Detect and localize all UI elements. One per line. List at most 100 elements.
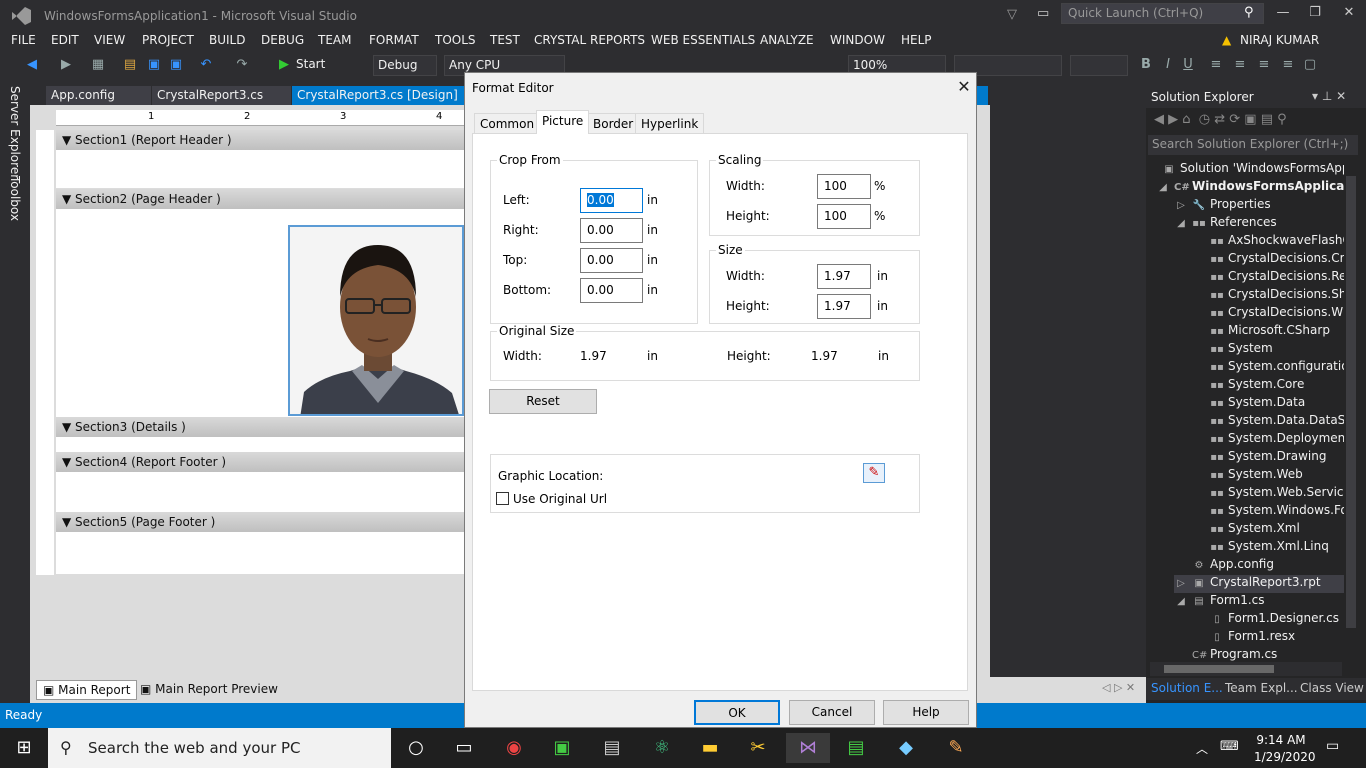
menu-format[interactable]: FORMAT <box>369 33 419 47</box>
tree-item-form1-designer[interactable]: ▯ Form1.Designer.cs <box>1210 611 1344 629</box>
tree-item-reference[interactable]: ▪▪ CrystalDecisions.Cry <box>1210 251 1344 269</box>
taskbar-search[interactable]: Search the web and your PC <box>48 728 391 768</box>
solution-explorer-toolbar[interactable]: ◀ ▶ ⌂ ◷ ⇄ ⟳ ▣ ▤ ⚲ <box>1154 112 1287 127</box>
ok-button[interactable]: OK <box>694 700 780 725</box>
tab-crystalreport3-cs[interactable]: CrystalReport3.cs <box>152 86 292 105</box>
quick-launch-input[interactable]: Quick Launch (Ctrl+Q) <box>1061 3 1264 24</box>
menu-view[interactable]: VIEW <box>94 33 125 47</box>
menu-edit[interactable]: EDIT <box>51 33 79 47</box>
tree-item-references[interactable]: ◢ ▪▪ References <box>1174 215 1344 233</box>
file-explorer-icon[interactable]: ▬ <box>694 733 726 763</box>
tree-item-project[interactable]: ◢ C#WindowsFormsApplication <box>1156 179 1344 197</box>
collapse-icon[interactable]: ▼ <box>62 192 75 206</box>
crop-right-input[interactable]: 0.00 <box>580 218 643 243</box>
tab-picture[interactable]: Picture <box>536 110 590 134</box>
visual-studio-taskbar-icon[interactable]: ⋈ <box>786 733 830 763</box>
paint-icon[interactable]: ✎ <box>940 733 972 763</box>
scaling-height-input[interactable]: 100 <box>817 204 871 229</box>
section3-details-bar[interactable]: ▼ Section3 (Details ) <box>56 417 466 437</box>
tree-item-app-config[interactable]: ⚙ App.config <box>1192 557 1344 575</box>
section4-report-footer-bar[interactable]: ▼ Section4 (Report Footer ) <box>56 452 466 472</box>
tab-common[interactable]: Common <box>474 113 541 134</box>
tree-item-reference[interactable]: ▪▪ System.Web.Services <box>1210 485 1344 503</box>
configuration-select[interactable]: Debug <box>373 55 437 76</box>
tree-item-crystalreport3[interactable]: ▷ ▣ CrystalReport3.rpt <box>1174 575 1344 593</box>
menu-project[interactable]: PROJECT <box>142 33 194 47</box>
close-window-button[interactable]: ✕ <box>1339 5 1359 23</box>
start-button[interactable]: Start <box>296 57 325 71</box>
server-explorer-tab[interactable]: Server Explorer <box>8 86 22 179</box>
section3-body[interactable] <box>56 437 466 452</box>
horizontal-scrollbar[interactable] <box>1150 662 1342 676</box>
crop-left-input[interactable]: 0.00 <box>580 188 643 213</box>
solution-explorer-search[interactable]: Search Solution Explorer (Ctrl+;) <box>1148 135 1358 155</box>
tools-icon[interactable]: ✂ <box>742 733 774 763</box>
tree-item-reference[interactable]: ▪▪ CrystalDecisions.Sha <box>1210 287 1344 305</box>
menu-analyze[interactable]: ANALYZE <box>760 33 814 47</box>
section2-page-header-bar[interactable]: ▼ Section2 (Page Header ) <box>56 189 466 209</box>
collapse-icon[interactable]: ▼ <box>62 420 75 434</box>
menu-team[interactable]: TEAM <box>318 33 351 47</box>
tree-item-reference[interactable]: ▪▪ CrystalDecisions.Rep <box>1210 269 1344 287</box>
section5-page-footer-bar[interactable]: ▼ Section5 (Page Footer ) <box>56 512 466 532</box>
new-project-icon[interactable]: ▦ <box>90 57 106 73</box>
start-icon[interactable]: ▶ <box>276 57 292 73</box>
collapse-icon[interactable]: ▼ <box>62 455 75 469</box>
tree-item-reference[interactable]: ▪▪ System.Data.DataSet <box>1210 413 1344 431</box>
vertical-scrollbar[interactable] <box>1346 176 1356 628</box>
align-center-icon[interactable]: ≡ <box>1232 57 1248 73</box>
tree-item-reference[interactable]: ▪▪ System.Xml <box>1210 521 1344 539</box>
tab-solution-explorer[interactable]: Solution E... <box>1151 681 1223 695</box>
italic-icon[interactable]: I <box>1160 57 1176 73</box>
search-icon[interactable]: ⚲ <box>1244 5 1254 20</box>
tree-item-form1[interactable]: ◢ ▤ Form1.cs <box>1174 593 1344 611</box>
tree-item-reference[interactable]: ▪▪ System.Data <box>1210 395 1344 413</box>
collapse-arrow-icon[interactable]: ▷ <box>1174 578 1188 589</box>
border-icon[interactable]: ▢ <box>1302 57 1318 73</box>
restore-button[interactable]: ❐ <box>1305 5 1325 23</box>
use-original-url-checkbox[interactable] <box>496 492 509 505</box>
app-icon[interactable]: ◆ <box>890 733 922 763</box>
menu-debug[interactable]: DEBUG <box>261 33 304 47</box>
forward-icon[interactable]: ▶ <box>58 57 74 73</box>
tree-item-reference[interactable]: ▪▪ CrystalDecisions.Win <box>1210 305 1344 323</box>
back-icon[interactable]: ◀ <box>24 57 40 73</box>
menu-window[interactable]: WINDOW <box>830 33 885 47</box>
cancel-button[interactable]: Cancel <box>789 700 875 725</box>
menu-help[interactable]: HELP <box>901 33 932 47</box>
tab-hyperlink[interactable]: Hyperlink <box>635 113 705 134</box>
underline-icon[interactable]: U <box>1180 57 1196 73</box>
redo-icon[interactable]: ↷ <box>234 57 250 73</box>
crop-top-input[interactable]: 0.00 <box>580 248 643 273</box>
tab-border[interactable]: Border <box>587 113 640 134</box>
control-panel-icon[interactable]: ▤ <box>596 733 628 763</box>
tree-item-solution[interactable]: ▣ Solution 'WindowsFormsApplic <box>1162 161 1344 179</box>
user-name[interactable]: NIRAJ KUMAR <box>1240 33 1319 47</box>
menu-crystal-reports[interactable]: CRYSTAL REPORTS <box>534 33 645 47</box>
tree-item-reference[interactable]: ▪▪ AxShockwaveFlashO <box>1210 233 1344 251</box>
bold-icon[interactable]: B <box>1138 57 1154 73</box>
tree-item-form1-resx[interactable]: ▯ Form1.resx <box>1210 629 1344 647</box>
collapse-icon[interactable]: ▼ <box>62 133 75 147</box>
menu-test[interactable]: TEST <box>490 33 520 47</box>
menu-tools[interactable]: TOOLS <box>435 33 476 47</box>
picture-object[interactable] <box>288 225 464 416</box>
save-all-icon[interactable]: ▣ <box>168 57 184 73</box>
help-button[interactable]: Help <box>883 700 969 725</box>
undo-icon[interactable]: ↶ <box>198 57 214 73</box>
tab-app-config[interactable]: App.config <box>46 86 152 105</box>
justify-icon[interactable]: ≡ <box>1280 57 1296 73</box>
scroll-tabs-icon[interactable]: ◁ ▷ ✕ <box>1102 681 1135 694</box>
task-view-icon[interactable]: ▭ <box>448 733 480 763</box>
clock-date[interactable]: 1/29/2020 <box>1254 750 1316 764</box>
tab-team-explorer[interactable]: Team Expl... <box>1225 681 1298 695</box>
section5-body[interactable] <box>56 532 466 574</box>
scrollbar-thumb[interactable] <box>1164 665 1274 673</box>
font-size-select[interactable] <box>1070 55 1128 76</box>
pin-icon[interactable]: ▾ ⊥ ✕ <box>1312 89 1346 103</box>
clock-time[interactable]: 9:14 AM <box>1256 733 1306 747</box>
tree-item-reference[interactable]: ▪▪ System.Windows.Fo <box>1210 503 1344 521</box>
tree-item-properties[interactable]: ▷ 🔧 Properties <box>1174 197 1344 215</box>
menu-build[interactable]: BUILD <box>209 33 245 47</box>
tray-arrow-icon[interactable]: ︿ <box>1196 740 1208 757</box>
